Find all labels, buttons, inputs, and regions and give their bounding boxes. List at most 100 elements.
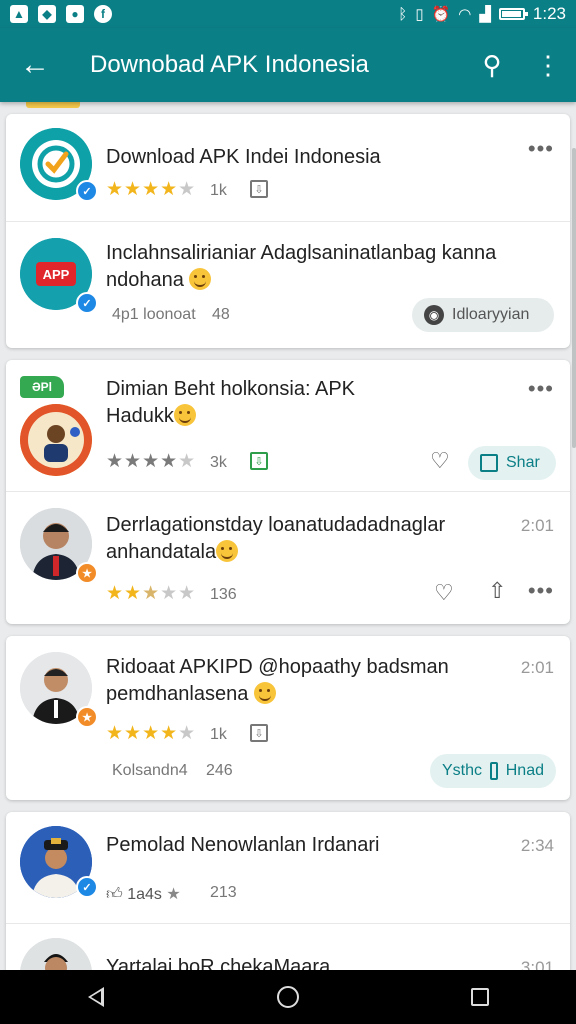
- vibrate-icon: ▯: [415, 5, 424, 23]
- share-pill[interactable]: Shar: [468, 446, 556, 480]
- previous-item-edge: [26, 102, 80, 108]
- item-meta: Kolsandn4: [112, 762, 188, 779]
- more-horiz-icon[interactable]: •••: [528, 376, 554, 402]
- pill-right-label: Hnad: [505, 762, 544, 779]
- shazam-icon: f: [94, 5, 112, 23]
- item-time: 2:34: [520, 836, 554, 855]
- app-icon: ◉: [424, 305, 444, 325]
- item-title: Download APK Indei Indonesia: [106, 146, 381, 168]
- battery-level: [501, 11, 521, 17]
- feed-card: ★ Ridoaat APKIPD @hopaathy badsman pemdha…: [6, 636, 570, 800]
- likes: 👍︎ 1a4s ★: [106, 886, 181, 903]
- bluetooth-icon: ᛒ: [398, 5, 408, 23]
- scrollbar[interactable]: [572, 148, 576, 448]
- smile-emoji-icon: [189, 268, 212, 290]
- item-title: Inclahnsalirianiar Adaglsaninatlanbag ka…: [106, 242, 497, 291]
- channel-avatar: [20, 404, 92, 476]
- star-icon: ★: [166, 886, 181, 903]
- list-item[interactable]: ★ Derrlagationstday loanatudadadnaglar an…: [6, 492, 570, 624]
- pill-left-label: Ysthc: [442, 762, 483, 779]
- more-vert-icon[interactable]: ⋮: [520, 28, 576, 102]
- verified-badge-icon: ✓: [76, 292, 98, 314]
- new-tag: ƏPl: [20, 376, 64, 398]
- smile-emoji-icon: [253, 682, 276, 704]
- item-title: Pemolad Nenowlanlan Irdanari: [106, 834, 380, 856]
- list-item[interactable]: APP ✓ Inclahnsalirianiar Adaglsaninatlan…: [6, 222, 570, 348]
- download-icon[interactable]: ⇩: [250, 724, 268, 742]
- heart-icon[interactable]: ♡: [430, 448, 450, 474]
- person-avatar: [20, 938, 92, 970]
- rating-stars: ★★★★★: [106, 723, 197, 744]
- arrow-left-icon[interactable]: ←: [0, 28, 70, 102]
- item-title: Derrlagationstday loanatudadadnaglar anha…: [106, 514, 446, 563]
- recents-square-icon: [471, 988, 489, 1006]
- download-count: 3k: [210, 454, 227, 471]
- feed-card: ƏPl Dimian Beht holkonsia: APK Hadukk •••…: [6, 360, 570, 624]
- item-title: Dimian Beht holkonsia: APK Hadukk: [106, 378, 356, 427]
- feed-card: ✓ Download APK Indei Indonesia ••• ★★★★★…: [6, 114, 570, 348]
- item-time: 3:01: [520, 958, 554, 970]
- item-title: Ridoaat APKIPD @hopaathy badsman pemdhanl…: [106, 656, 449, 705]
- item-count: 213: [210, 884, 237, 901]
- page-title: Downobad APK Indonesia: [90, 51, 369, 78]
- rating-stars: ★★★★★: [106, 583, 197, 604]
- status-bar: ▲ ◆ ● f ᛒ ▯ ⏰ ◠ ▟ 1:23: [0, 0, 576, 28]
- list-item[interactable]: ✓ Pemolad Nenowlanlan Irdanari 2:34 👍︎ 1…: [6, 812, 570, 924]
- search-icon[interactable]: ⚲: [464, 28, 520, 102]
- list-item[interactable]: ★ Ridoaat APKIPD @hopaathy badsman pemdha…: [6, 636, 570, 800]
- item-time: 2:01: [520, 658, 554, 677]
- download-icon[interactable]: ⇩: [250, 452, 268, 470]
- more-horiz-icon[interactable]: •••: [528, 136, 554, 162]
- item-meta: 4p1 loonoat: [112, 306, 196, 323]
- list-item[interactable]: ✓ Download APK Indei Indonesia ••• ★★★★★…: [6, 114, 570, 222]
- creator-badge-icon: ★: [76, 562, 98, 584]
- status-time: 1:23: [532, 4, 566, 23]
- home-circle-icon: [277, 986, 299, 1008]
- app-action-pill[interactable]: ◉ Idloaryyian: [412, 298, 554, 332]
- share-icon: [490, 762, 498, 780]
- item-title: Yartalai boR chekaMaara: [106, 956, 331, 970]
- avatar-graphic: [20, 938, 92, 970]
- battery-icon: [498, 8, 528, 20]
- download-count: 136: [210, 586, 237, 603]
- creator-badge-icon: ★: [76, 706, 98, 728]
- verified-badge-icon: ✓: [76, 180, 98, 202]
- smile-emoji-icon: [216, 540, 239, 562]
- home-nav-button[interactable]: [258, 970, 318, 1024]
- download-icon[interactable]: ⇩: [250, 180, 268, 198]
- rating-stars: ★★★★★: [106, 179, 197, 200]
- rating-stars: ★★★★★: [106, 451, 197, 472]
- back-triangle-icon: [88, 987, 104, 1007]
- image-icon: ◆: [38, 5, 56, 23]
- item-time: 2:01: [520, 516, 554, 535]
- svg-text:APP: APP: [43, 267, 70, 282]
- heart-icon[interactable]: ♡: [434, 580, 454, 606]
- gallery-icon: ▲: [10, 5, 28, 23]
- system-nav-bar: [0, 970, 576, 1024]
- smile-emoji-icon: [173, 404, 196, 426]
- item-count: 246: [206, 762, 233, 779]
- more-horiz-icon[interactable]: •••: [528, 578, 554, 604]
- download-count: 1k: [210, 726, 227, 743]
- download-count: 1k: [210, 182, 227, 199]
- share-icon[interactable]: ⇧: [488, 578, 506, 604]
- app-bar: ← Downobad APK Indonesia ⚲ ⋮: [0, 28, 576, 102]
- shop-icon: ●: [66, 5, 84, 23]
- feed: ✓ Download APK Indei Indonesia ••• ★★★★★…: [0, 102, 576, 970]
- avatar-graphic: [20, 404, 92, 476]
- wifi-icon: ◠: [458, 5, 472, 23]
- back-nav-button[interactable]: [66, 970, 126, 1024]
- share-icon: [480, 454, 498, 472]
- pill-label: Shar: [506, 454, 540, 471]
- thumbs-up-icon: 👍︎: [106, 886, 123, 903]
- list-item[interactable]: Yartalai boR chekaMaara 3:01: [6, 924, 570, 970]
- action-pill[interactable]: Ysthc Hnad: [430, 754, 556, 788]
- alarm-icon: ⏰: [431, 5, 451, 23]
- list-item[interactable]: ƏPl Dimian Beht holkonsia: APK Hadukk •••…: [6, 360, 570, 492]
- signal-icon: ▟: [479, 5, 491, 23]
- item-count: 48: [212, 306, 230, 323]
- pill-label: Idloaryyian: [452, 306, 530, 323]
- feed-card: ✓ Pemolad Nenowlanlan Irdanari 2:34 👍︎ 1…: [6, 812, 570, 970]
- verified-badge-icon: ✓: [76, 876, 98, 898]
- recents-nav-button[interactable]: [450, 970, 510, 1024]
